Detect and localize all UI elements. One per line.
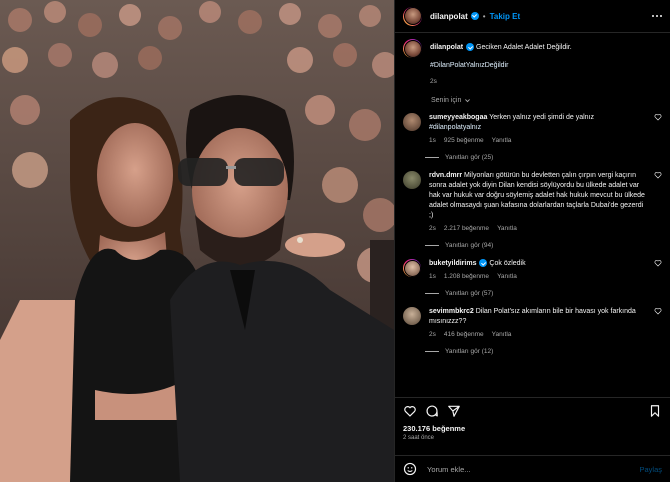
comment-likes[interactable]: 416 beğenme bbox=[444, 330, 484, 340]
view-replies-label: Yanıtları gör (57) bbox=[445, 290, 494, 297]
comment-likes[interactable]: 925 beğenme bbox=[444, 136, 484, 146]
bookmark-icon[interactable] bbox=[648, 404, 662, 418]
avatar[interactable] bbox=[403, 39, 422, 58]
view-replies-label: Yanıtları gör (12) bbox=[445, 348, 494, 355]
caption-hashtag[interactable]: #DilanPolatYalnızDeğildir bbox=[430, 61, 662, 71]
avatar[interactable] bbox=[403, 259, 421, 277]
comment-likes[interactable]: 1.208 beğenme bbox=[444, 272, 489, 282]
chevron-down-icon bbox=[465, 99, 471, 103]
comment-item: sevimmbkrc2 Dilan Polat'sız akımların bi… bbox=[395, 307, 670, 340]
comment-text: Yerken yalnız yedi şimdi de yalnız bbox=[489, 114, 594, 121]
emoji-icon[interactable] bbox=[403, 462, 417, 476]
post-comment-button[interactable]: Paylaş bbox=[639, 465, 662, 474]
comment-time[interactable]: 2s bbox=[429, 224, 436, 234]
comment-username[interactable]: sumeyyeakbogaa bbox=[429, 114, 487, 121]
follow-button[interactable]: Takip Et bbox=[490, 12, 521, 21]
avatar[interactable] bbox=[403, 171, 421, 189]
caption-username[interactable]: dilanpolat bbox=[430, 44, 463, 51]
comment-input[interactable] bbox=[425, 463, 640, 475]
view-replies-label: Yanıtları gör (25) bbox=[445, 154, 494, 161]
posted-time[interactable]: 2 saat önce bbox=[395, 433, 670, 441]
author-username[interactable]: dilanpolat bbox=[430, 12, 468, 21]
view-replies-button[interactable]: Yanıtları gör (57) bbox=[425, 290, 670, 297]
comment-username[interactable]: sevimmbkrc2 bbox=[429, 308, 474, 315]
more-options-icon[interactable] bbox=[652, 15, 662, 17]
separator-dot: • bbox=[482, 11, 486, 21]
caption-text: Geciken Adalet Adalet Değildir. bbox=[476, 44, 572, 51]
reply-button[interactable]: Yanıtla bbox=[492, 136, 512, 146]
post-caption: dilanpolat Geciken Adalet Adalet Değildi… bbox=[395, 33, 670, 87]
view-replies-button[interactable]: Yanıtları gör (25) bbox=[425, 154, 670, 161]
crowd-photo-illustration bbox=[0, 0, 394, 482]
instagram-post-dialog: dilanpolat • Takip Et dilanpolat Geciken… bbox=[0, 0, 670, 482]
caption-time[interactable]: 2s bbox=[430, 77, 437, 87]
sort-dropdown[interactable]: Senin için bbox=[395, 87, 670, 104]
comment-item: buketyildirims Çok özledik 1s 1.208 beğe… bbox=[395, 259, 670, 282]
avatar[interactable] bbox=[403, 113, 421, 131]
verified-badge-icon bbox=[479, 259, 488, 268]
post-sidebar: dilanpolat • Takip Et dilanpolat Geciken… bbox=[394, 0, 670, 482]
likes-count[interactable]: 230.176 beğenme bbox=[395, 418, 670, 433]
view-replies-label: Yanıtları gör (94) bbox=[445, 242, 494, 249]
like-heart-icon[interactable] bbox=[654, 307, 662, 315]
comment-icon[interactable] bbox=[425, 404, 439, 418]
post-photo[interactable] bbox=[0, 0, 394, 482]
view-replies-button[interactable]: Yanıtları gör (12) bbox=[425, 348, 670, 355]
comment-username[interactable]: rdvn.dmrr bbox=[429, 172, 462, 179]
comments-scroll[interactable]: dilanpolat Geciken Adalet Adalet Değildi… bbox=[395, 33, 670, 402]
like-heart-icon[interactable] bbox=[403, 404, 417, 418]
comment-likes[interactable]: 2.217 beğenme bbox=[444, 224, 489, 234]
add-comment-bar: Paylaş bbox=[395, 455, 670, 482]
avatar[interactable] bbox=[403, 6, 422, 26]
like-heart-icon[interactable] bbox=[654, 259, 662, 267]
comment-username[interactable]: buketyildirims bbox=[429, 260, 476, 267]
view-replies-button[interactable]: Yanıtları gör (94) bbox=[425, 242, 670, 249]
reply-button[interactable]: Yanıtla bbox=[492, 330, 512, 340]
comment-text: Çok özledik bbox=[489, 260, 526, 267]
reply-button[interactable]: Yanıtla bbox=[497, 224, 517, 234]
like-heart-icon[interactable] bbox=[654, 113, 662, 121]
sort-label: Senin için bbox=[431, 97, 462, 104]
comment-time[interactable]: 1s bbox=[429, 136, 436, 146]
comment-item: rdvn.dmrr Milyonları götürün bu devlette… bbox=[395, 171, 670, 234]
avatar[interactable] bbox=[403, 307, 421, 325]
share-icon[interactable] bbox=[447, 404, 461, 418]
comment-time[interactable]: 2s bbox=[429, 330, 436, 340]
comment-time[interactable]: 1s bbox=[429, 272, 436, 282]
verified-badge-icon bbox=[466, 43, 475, 52]
verified-badge-icon bbox=[470, 12, 479, 20]
reply-button[interactable]: Yanıtla bbox=[497, 272, 517, 282]
like-heart-icon[interactable] bbox=[654, 171, 662, 179]
comment-hashtag[interactable]: #dilanpolatyalnız bbox=[429, 124, 481, 131]
comment-item: sumeyyeakbogaa Yerken yalnız yedi şimdi … bbox=[395, 113, 670, 146]
comment-text: Milyonları götürün bu devletten çalın çı… bbox=[429, 172, 645, 219]
post-header: dilanpolat • Takip Et bbox=[395, 0, 670, 33]
